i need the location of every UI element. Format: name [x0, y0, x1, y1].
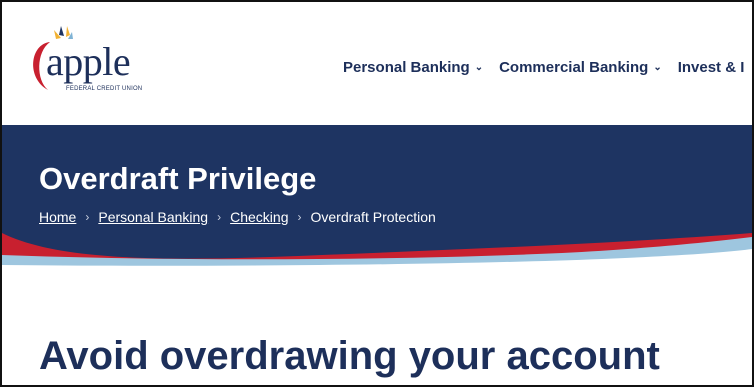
apple-fcu-logo[interactable]: apple FEDERAL CREDIT UNION: [20, 20, 155, 100]
logo-wordmark: apple: [46, 39, 131, 84]
nav-commercial-banking[interactable]: Commercial Banking ⌄: [499, 59, 662, 76]
chevron-down-icon: ⌄: [474, 62, 484, 73]
page-banner: Overdraft Privilege Home › Personal Bank…: [2, 125, 752, 270]
banner-wave-decoration: [2, 233, 752, 270]
page-title: Overdraft Privilege: [39, 161, 317, 196]
logo-tagline: FEDERAL CREDIT UNION: [66, 86, 143, 92]
section-heading: Avoid overdrawing your account: [39, 334, 660, 378]
nav-item-label: Commercial Banking: [499, 59, 649, 76]
site-header: apple FEDERAL CREDIT UNION Personal Bank…: [2, 2, 752, 125]
nav-personal-banking[interactable]: Personal Banking ⌄: [343, 59, 483, 76]
main-navigation: Personal Banking ⌄ Commercial Banking ⌄ …: [343, 59, 752, 76]
chevron-down-icon: ⌄: [653, 62, 662, 73]
nav-item-label: Personal Banking: [343, 59, 470, 76]
nav-invest[interactable]: Invest & I: [678, 59, 745, 76]
nav-item-label: Invest & I: [677, 59, 745, 76]
browser-page: apple FEDERAL CREDIT UNION Personal Bank…: [0, 0, 754, 387]
